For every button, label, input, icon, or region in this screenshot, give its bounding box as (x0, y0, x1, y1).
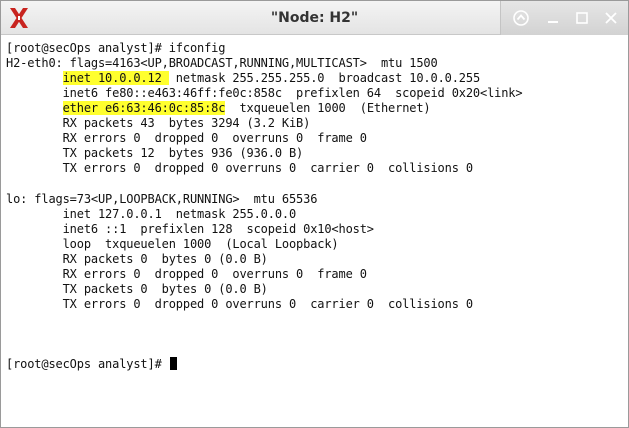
terminal-line: TX errors 0 dropped 0 overruns 0 carrier… (6, 297, 473, 311)
terminal-line: inet6 fe80::e463:46ff:fe0c:858c prefixle… (6, 86, 523, 100)
terminal-line: TX packets 0 bytes 0 (0.0 B) (6, 282, 268, 296)
terminal-line: RX errors 0 dropped 0 overruns 0 frame 0 (6, 131, 367, 145)
terminal-line: ether e6:63:46:0c:85:8c txqueuelen 1000 … (6, 101, 431, 116)
line-rest: txqueuelen 1000 (Ethernet) (225, 101, 431, 115)
terminal-line: loop txqueuelen 1000 (Local Loopback) (6, 237, 339, 251)
prompt: [root@secOps analyst]# (6, 357, 169, 371)
x-window-system-icon[interactable] (7, 6, 31, 30)
line-rest: netmask 255.255.255.0 broadcast 10.0.0.2… (168, 71, 481, 85)
terminal-line: [root@secOps analyst]# ifconfig (6, 41, 226, 55)
terminal-line: H2-eth0: flags=4163<UP,BROADCAST,RUNNING… (6, 56, 438, 70)
title-bar[interactable]: "Node: H2" (1, 1, 628, 35)
terminal-line: inet 10.0.0.12 netmask 255.255.255.0 bro… (6, 71, 480, 86)
terminal-line: lo: flags=73<UP,LOOPBACK,RUNNING> mtu 65… (6, 192, 318, 206)
terminal-window: "Node: H2" [root@secOps analyst]# ifconf… (0, 0, 629, 428)
terminal-line: RX errors 0 dropped 0 overruns 0 frame 0 (6, 267, 367, 281)
text-cursor (169, 357, 177, 370)
terminal-output[interactable]: [root@secOps analyst]# ifconfig H2-eth0:… (1, 35, 628, 427)
terminal-line: inet 127.0.0.1 netmask 255.0.0.0 (6, 207, 297, 221)
close-icon[interactable] (601, 8, 621, 28)
maximize-icon[interactable] (572, 8, 592, 28)
shade-up-icon[interactable] (511, 8, 531, 28)
highlighted-mac-address: ether e6:63:46:0c:85:8c (62, 101, 226, 115)
terminal-line: inet6 ::1 prefixlen 128 scopeid 0x10<hos… (6, 222, 374, 236)
terminal-line: TX packets 12 bytes 936 (936.0 B) (6, 146, 304, 160)
terminal-prompt-line: [root@secOps analyst]# (6, 357, 177, 372)
highlighted-inet-address: inet 10.0.0.12 (62, 71, 169, 85)
window-controls (500, 1, 628, 35)
terminal-line: RX packets 0 bytes 0 (0.0 B) (6, 252, 268, 266)
minimize-icon[interactable] (543, 8, 563, 28)
terminal-line: TX errors 0 dropped 0 overruns 0 carrier… (6, 161, 473, 175)
terminal-line: RX packets 43 bytes 3294 (3.2 KiB) (6, 116, 311, 130)
